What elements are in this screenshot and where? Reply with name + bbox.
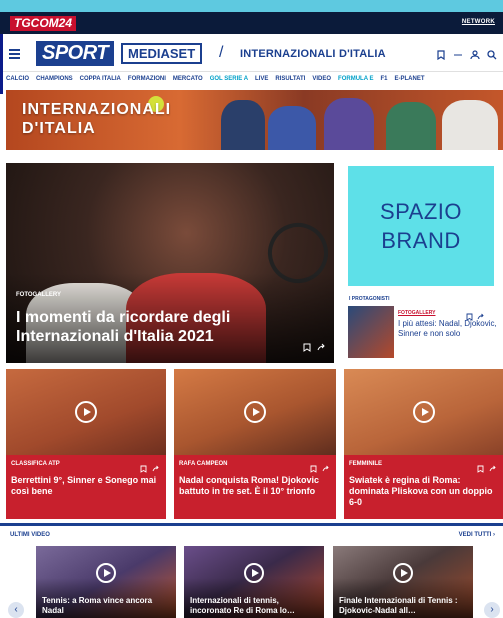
share-icon[interactable] (317, 339, 326, 357)
card-title[interactable]: Swiatek è regina di Roma: dominata Plisk… (349, 475, 499, 508)
card-body: CLASSIFICA ATP Berrettini 9°, Sinner e S… (6, 455, 166, 519)
left-accent-bar (0, 34, 3, 94)
hero-title[interactable]: I momenti da ricordare degli Internazion… (16, 308, 316, 346)
preview-section-label: I PROTAGONISTI (349, 296, 390, 302)
banner-title: INTERNAZIONALI D'ITALIA (22, 101, 172, 137)
nav-item-live[interactable]: LIVE (255, 76, 268, 82)
nav-item-mercato[interactable]: MERCATO (173, 76, 203, 82)
user-icon[interactable] (470, 47, 480, 60)
page-title: INTERNAZIONALI D'ITALIA (240, 48, 386, 60)
nav-item-formula-e[interactable]: FORMULA E (338, 76, 373, 82)
sport-logo[interactable]: SPORT (36, 41, 115, 66)
hero-actions (303, 339, 326, 357)
play-icon[interactable] (75, 401, 97, 423)
bookmark-icon[interactable] (436, 47, 446, 61)
nav-item-coppa-italia[interactable]: COPPA ITALIA (80, 76, 121, 82)
card-body: RAFA CAMPEON Nadal conquista Roma! Djoko… (174, 455, 336, 519)
tgcom-logo[interactable]: TGCOM24 (10, 16, 77, 31)
nav-item-formazioni[interactable]: FORMAZIONI (128, 76, 166, 82)
video-title[interactable]: Finale Internazionali di Tennis : Djokov… (339, 596, 467, 616)
video-title[interactable]: Internazionali di tennis, incoronato Re … (190, 596, 318, 616)
search-icon[interactable] (487, 47, 497, 60)
separator-icon (453, 47, 463, 57)
latest-videos-label: ULTIMI VIDEO (10, 532, 50, 538)
network-link[interactable]: NETWORK (462, 19, 495, 25)
nav-item-calcio[interactable]: CALCIO (6, 76, 29, 82)
preview-title[interactable]: I più attesi: Nadal, Djokovic, Sinner e … (398, 319, 498, 339)
nav-item-video[interactable]: VIDEO (312, 76, 331, 82)
banner-player-1 (221, 100, 265, 150)
card-tag: CLASSIFICA ATP (11, 461, 60, 467)
site-header: SPORT MEDIASET / INTERNAZIONALI D'ITALIA (0, 34, 503, 72)
brand-space[interactable]: SPAZIO BRAND (348, 166, 494, 286)
card-image (174, 369, 336, 455)
video-card-3[interactable]: Finale Internazionali di Tennis : Djokov… (333, 546, 473, 618)
banner-player-5 (442, 100, 498, 150)
card-title[interactable]: Berrettini 9°, Sinner e Sonego mai così … (11, 475, 161, 497)
nav-item-risultati[interactable]: RISULTATI (275, 76, 305, 82)
play-icon[interactable] (244, 401, 266, 423)
bookmark-icon[interactable] (303, 339, 311, 357)
carousel-prev-button[interactable]: ‹ (8, 602, 24, 618)
preview-thumbnail (348, 306, 394, 358)
network-bar: TGCOM24 NETWORK (0, 12, 503, 34)
hamburger-icon[interactable] (9, 49, 20, 59)
hero-gallery[interactable]: FOTOGALLERY I momenti da ricordare degli… (6, 163, 334, 363)
see-all-link[interactable]: VEDI TUTTI › (459, 532, 495, 538)
header-separator: / (219, 44, 224, 61)
video-title[interactable]: Tennis: a Roma vince ancora Nadal (42, 596, 170, 616)
top-strip (0, 0, 503, 12)
banner-player-2 (268, 106, 316, 150)
nav-item-e-planet[interactable]: E-PLANET (395, 76, 425, 82)
banner-player-4 (386, 102, 436, 150)
hero-tag: FOTOGALLERY (16, 292, 61, 298)
card-body: FEMMINILE Swiatek è regina di Roma: domi… (344, 455, 503, 519)
card-tag: RAFA CAMPEON (179, 461, 228, 467)
preview-card[interactable]: FOTOGALLERY I più attesi: Nadal, Djokovi… (348, 306, 500, 360)
video-card-2[interactable]: Internazionali di tennis, incoronato Re … (184, 546, 324, 618)
news-card-atp[interactable]: CLASSIFICA ATP Berrettini 9°, Sinner e S… (6, 369, 166, 519)
header-actions (436, 47, 497, 61)
card-image (344, 369, 503, 455)
news-card-nadal[interactable]: RAFA CAMPEON Nadal conquista Roma! Djoko… (174, 369, 336, 519)
section-divider (0, 523, 503, 526)
nav-item-champions[interactable]: CHAMPIONS (36, 76, 73, 82)
mediaset-logo[interactable]: MEDIASET (121, 43, 203, 64)
main-nav: CALCIO CHAMPIONS COPPA ITALIA FORMAZIONI… (6, 73, 503, 85)
card-image (6, 369, 166, 455)
preview-tag[interactable]: FOTOGALLERY (398, 310, 436, 316)
banner-player-3 (324, 98, 374, 150)
news-card-swiatek[interactable]: FEMMINILE Swiatek è regina di Roma: domi… (344, 369, 503, 519)
card-title[interactable]: Nadal conquista Roma! Djokovic battuto i… (179, 475, 331, 497)
card-tag: FEMMINILE (349, 461, 382, 467)
play-icon[interactable] (412, 401, 435, 423)
nav-item-f1[interactable]: F1 (381, 76, 388, 82)
carousel-next-button[interactable]: › (484, 602, 500, 618)
nav-item-gol-serie-a[interactable]: GOL SERIE A (210, 76, 248, 82)
video-card-1[interactable]: Tennis: a Roma vince ancora Nadal (36, 546, 176, 618)
tournament-banner[interactable]: INTERNAZIONALI D'ITALIA (6, 90, 503, 150)
